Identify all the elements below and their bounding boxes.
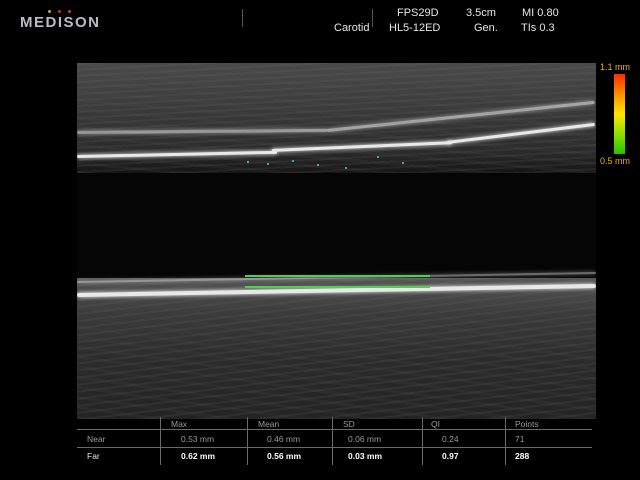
near-wall-marker (345, 167, 347, 169)
col-header-points: Points (515, 419, 539, 429)
tis-label: TIs 0.3 (521, 22, 555, 34)
row-label-near: Near (87, 434, 106, 444)
near-sd: 0.06 mm (348, 434, 382, 444)
col-header-sd: SD (343, 419, 355, 429)
probe-label: HL5-12ED (389, 22, 441, 34)
near-tissue (77, 63, 596, 183)
near-wall-marker (317, 164, 319, 166)
table-divider (77, 447, 592, 448)
far-mean: 0.56 mm (267, 451, 302, 461)
near-wall-marker (377, 156, 379, 158)
far-qi: 0.97 (442, 451, 459, 461)
far-sd: 0.03 mm (348, 451, 383, 461)
mode-label: Gen. (474, 22, 498, 34)
ultrasound-image[interactable] (77, 63, 596, 419)
scale-max-label: 1.1 mm (600, 62, 631, 72)
col-header-qi: QI (431, 419, 440, 429)
near-wall-marker (267, 163, 269, 165)
logo-dot (58, 10, 61, 13)
table-divider (422, 417, 423, 465)
table-divider (77, 429, 592, 430)
far-tissue (77, 278, 596, 419)
near-max: 0.53 mm (181, 434, 215, 444)
col-header-max: Max (171, 419, 188, 429)
near-mean: 0.46 mm (267, 434, 301, 444)
logo-dot (68, 10, 71, 13)
far-points: 288 (515, 451, 530, 461)
table-divider (160, 417, 161, 465)
near-points: 71 (515, 434, 525, 444)
preset-label: FPS29D (397, 7, 439, 19)
near-wall-marker (292, 160, 294, 162)
far-max: 0.62 mm (181, 451, 216, 461)
thickness-color-scale (614, 74, 625, 154)
scale-min-label: 0.5 mm (600, 156, 631, 166)
header-divider (372, 9, 373, 27)
table-divider (505, 417, 506, 465)
vessel-lumen (77, 173, 596, 283)
logo-dot (48, 10, 51, 13)
depth-label: 3.5cm (466, 7, 496, 19)
table-divider (332, 417, 333, 465)
imt-trace-upper (245, 275, 430, 277)
row-label-far: Far (87, 451, 100, 461)
near-qi: 0.24 (442, 434, 459, 444)
imt-trace-lower (245, 286, 430, 288)
header-bar: MEDISON Carotid FPS29D HL5-12ED 3.5cm Ge… (0, 0, 640, 38)
brand-logo: MEDISON (20, 14, 101, 31)
near-wall-marker (402, 162, 404, 164)
near-wall-marker (247, 161, 249, 163)
header-divider (242, 9, 243, 27)
col-header-mean: Mean (258, 419, 280, 429)
application-label: Carotid (334, 22, 370, 34)
table-divider (247, 417, 248, 465)
imt-stats-table: Max Mean SD QI Points Near 0.53 mm 0.46 … (77, 417, 592, 465)
mi-label: MI 0.80 (522, 7, 559, 19)
